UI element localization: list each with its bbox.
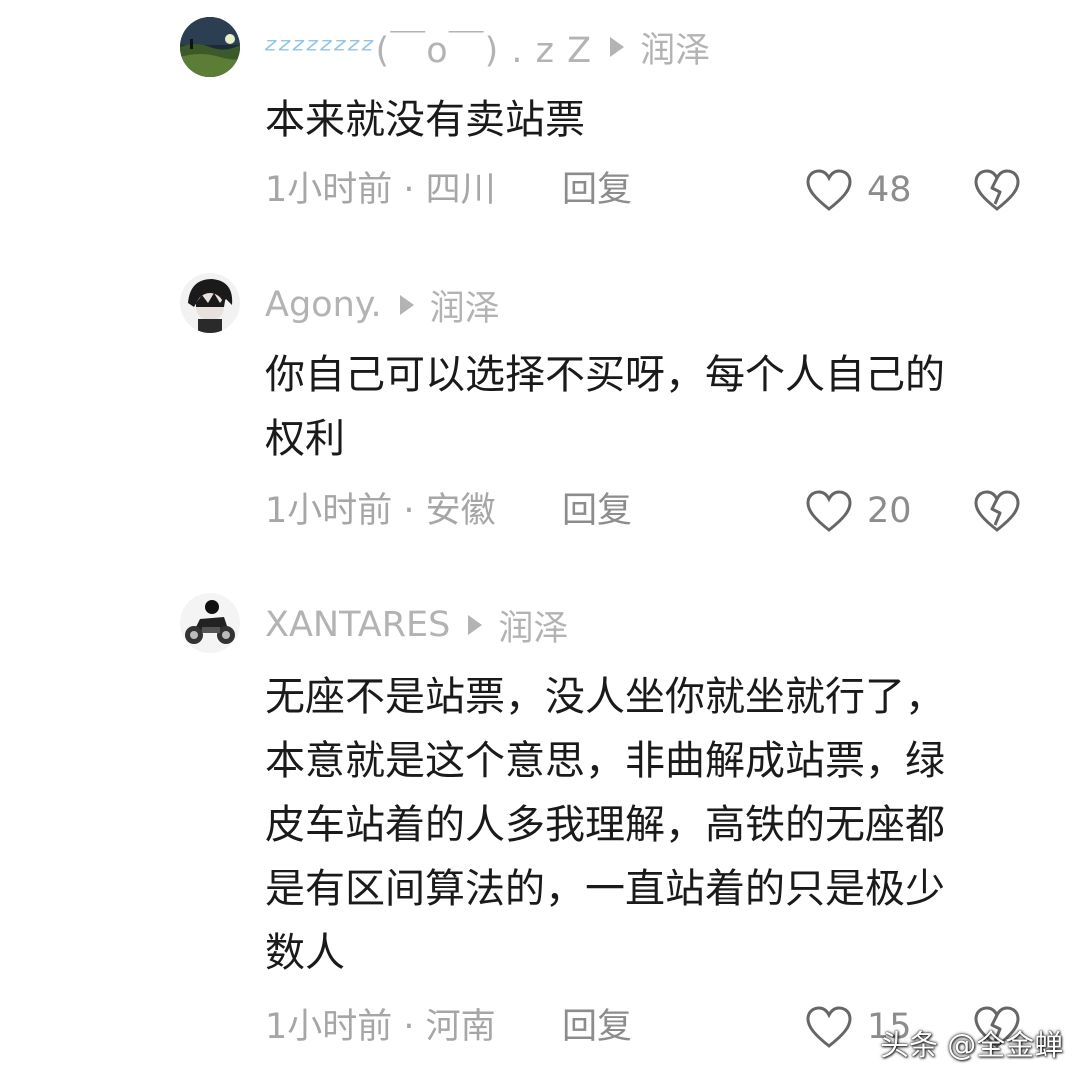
comment-line: 你自己可以选择不买呀，每个人自己的 <box>265 352 945 398</box>
heart-icon <box>806 169 852 211</box>
time-location: 1小时前 · 四川 <box>265 170 496 210</box>
like-button[interactable]: 20 <box>805 486 912 536</box>
comment-text: 无座不是站票，没人坐你就坐就行了， 本意就是这个意思，非曲解成站票，绿 皮车站着… <box>265 665 1045 985</box>
comment-header: XANTARES 润泽 <box>265 595 568 655</box>
avatar[interactable] <box>180 273 240 333</box>
anime-character-avatar-icon <box>180 273 240 333</box>
reply-to-arrow-icon <box>399 295 414 315</box>
reply-button[interactable]: 回复 <box>562 1002 632 1052</box>
comment-text: 你自己可以选择不买呀，每个人自己的 权利 <box>265 343 1045 471</box>
dislike-button[interactable] <box>973 165 1021 215</box>
reply-to-name[interactable]: 润泽 <box>498 600 568 651</box>
reply-to-name[interactable]: 润泽 <box>430 280 500 331</box>
username[interactable]: Agony. <box>265 285 382 325</box>
comment-line: 本来就没有卖站票 <box>265 97 585 143</box>
username[interactable]: ᶻᶻᶻᶻᶻᶻᶻᶻ(￣o￣) . z Z <box>265 22 592 73</box>
like-count: 48 <box>867 170 912 210</box>
reply-button[interactable]: 回复 <box>562 165 632 215</box>
comment-text: 本来就没有卖站票 <box>265 88 1045 152</box>
heart-icon <box>806 1006 852 1048</box>
comment-line: 本意就是这个意思，非曲解成站票，绿 <box>265 738 945 784</box>
avatar[interactable] <box>180 17 240 77</box>
broken-heart-icon <box>974 169 1020 211</box>
comment-header: Agony. 润泽 <box>265 275 500 335</box>
night-landscape-avatar-icon <box>180 17 240 77</box>
like-count: 20 <box>867 491 912 531</box>
watermark: 头条 @全金蝉 <box>880 1028 1064 1062</box>
avatar[interactable] <box>180 593 240 653</box>
like-button[interactable]: 48 <box>805 165 912 215</box>
comment-meta: 1小时前 · 四川 回复 48 <box>265 165 1045 215</box>
comment-line: 是有区间算法的，一直站着的只是极少 <box>265 866 945 912</box>
time-location: 1小时前 · 河南 <box>265 1007 496 1047</box>
motorcycle-rider-avatar-icon <box>180 593 240 653</box>
comment-meta: 1小时前 · 安徽 回复 20 <box>265 486 1045 536</box>
username[interactable]: XANTARES <box>265 605 450 645</box>
comment-line: 皮车站着的人多我理解，高铁的无座都 <box>265 802 945 848</box>
comment-line: 权利 <box>265 416 345 462</box>
comment-line: 数人 <box>265 930 345 976</box>
broken-heart-icon <box>974 490 1020 532</box>
reply-button[interactable]: 回复 <box>562 486 632 536</box>
reply-to-name[interactable]: 润泽 <box>640 22 710 73</box>
heart-icon <box>806 490 852 532</box>
time-location: 1小时前 · 安徽 <box>265 491 496 531</box>
dislike-button[interactable] <box>973 486 1021 536</box>
reply-to-arrow-icon <box>468 615 483 635</box>
comment-header: ᶻᶻᶻᶻᶻᶻᶻᶻ(￣o￣) . z Z 润泽 <box>265 17 710 77</box>
reply-to-arrow-icon <box>610 37 625 57</box>
comment-line: 无座不是站票，没人坐你就坐就行了， <box>265 674 945 720</box>
